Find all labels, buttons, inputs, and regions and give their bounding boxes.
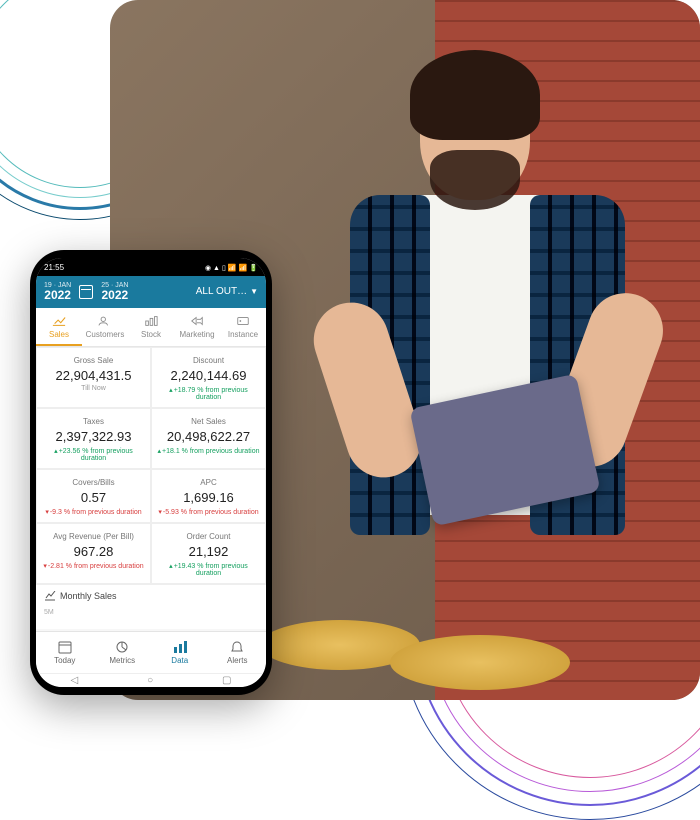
- metric-net-sales[interactable]: Net Sales 20,498,622.27 +18.1 % from pre…: [151, 408, 266, 469]
- chevron-down-icon: ▼: [250, 287, 258, 296]
- instance-icon: [236, 315, 250, 327]
- nav-data[interactable]: Data: [151, 632, 209, 673]
- metrics-grid: Gross Sale 22,904,431.5 Till Now Discoun…: [36, 347, 266, 631]
- bell-icon: [229, 640, 245, 654]
- bottom-nav: Today Metrics Data Alerts: [36, 631, 266, 673]
- metric-avg-revenue[interactable]: Avg Revenue (Per Bill) 967.28 -2.81 % fr…: [36, 523, 151, 584]
- tab-stock[interactable]: Stock: [128, 308, 174, 346]
- metric-gross-sale[interactable]: Gross Sale 22,904,431.5 Till Now: [36, 347, 151, 408]
- tab-marketing[interactable]: Marketing: [174, 308, 220, 346]
- bar-chart-icon: [172, 640, 188, 654]
- nav-today[interactable]: Today: [36, 632, 94, 673]
- nav-metrics[interactable]: Metrics: [94, 632, 152, 673]
- nav-alerts[interactable]: Alerts: [209, 632, 267, 673]
- android-nav-bar: ◁ ○ ▢: [36, 673, 266, 687]
- status-icons: ◉▲▯📶📶🔋: [203, 263, 258, 272]
- metric-discount[interactable]: Discount 2,240,144.69 +18.79 % from prev…: [151, 347, 266, 408]
- tab-sales[interactable]: Sales: [36, 308, 82, 346]
- app-screen: 21:55 ◉▲▯📶📶🔋 19 · JAN 2022 25 · JAN 2022…: [36, 258, 266, 687]
- app-header: 19 · JAN 2022 25 · JAN 2022 ALL OUT… ▼: [36, 276, 266, 308]
- marketing-icon: [190, 315, 204, 327]
- date-range-end[interactable]: 25 · JAN 2022: [101, 282, 128, 302]
- metric-order-count[interactable]: Order Count 21,192 +19.43 % from previou…: [151, 523, 266, 584]
- monthly-sales-header[interactable]: Monthly Sales: [36, 584, 266, 607]
- sales-icon: [52, 315, 66, 327]
- chart-icon: [44, 591, 56, 601]
- metric-apc[interactable]: APC 1,699.16 -5.93 % from previous durat…: [151, 469, 266, 523]
- calendar-icon: [57, 640, 73, 654]
- android-status-bar: 21:55 ◉▲▯📶📶🔋: [36, 258, 266, 276]
- status-time: 21:55: [44, 263, 64, 272]
- tab-instance[interactable]: Instance: [220, 308, 266, 346]
- tab-customers[interactable]: Customers: [82, 308, 128, 346]
- calendar-icon[interactable]: [79, 285, 93, 299]
- phone-frame: 21:55 ◉▲▯📶📶🔋 19 · JAN 2022 25 · JAN 2022…: [30, 250, 272, 695]
- monthly-sales-chart: 5M: [36, 607, 266, 629]
- metric-taxes[interactable]: Taxes 2,397,322.93 +23.56 % from previou…: [36, 408, 151, 469]
- pie-chart-icon: [114, 640, 130, 654]
- outlet-selector[interactable]: ALL OUT… ▼: [196, 286, 258, 297]
- android-back-icon[interactable]: ◁: [70, 675, 78, 686]
- top-tabs: Sales Customers Stock Marketing Instance: [36, 308, 266, 347]
- android-home-icon[interactable]: ○: [147, 675, 153, 686]
- android-recent-icon[interactable]: ▢: [222, 675, 231, 686]
- date-range-start[interactable]: 19 · JAN 2022: [44, 282, 71, 302]
- stock-icon: [144, 315, 158, 327]
- customers-icon: [98, 315, 112, 327]
- metric-covers-bills[interactable]: Covers/Bills 0.57 -9.3 % from previous d…: [36, 469, 151, 523]
